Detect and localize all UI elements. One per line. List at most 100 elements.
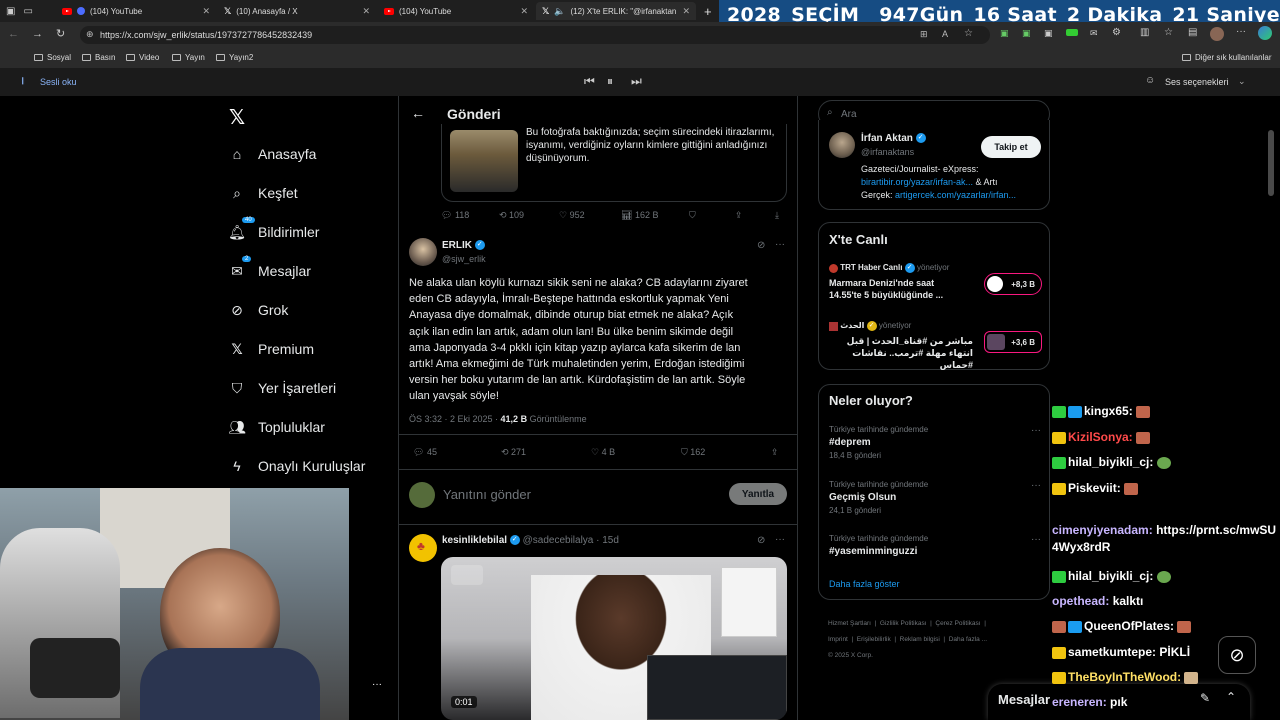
- more-icon[interactable]: ···: [1236, 26, 1246, 37]
- reply-action[interactable]: 💬︎ 45: [413, 447, 437, 458]
- trend-item[interactable]: Türkiye tarihinde gündemde #yaseminmingu…: [829, 534, 1045, 562]
- app-available-icon[interactable]: ⊞: [920, 29, 928, 40]
- grok-icon[interactable]: ⊘: [757, 240, 765, 251]
- trend-item[interactable]: Türkiye tarihinde gündemde Geçmiş Olsun …: [829, 480, 1045, 520]
- author-handle[interactable]: @sjw_erlik: [442, 254, 486, 264]
- new-tab-button[interactable]: +: [698, 2, 716, 20]
- tab-actions-icon[interactable]: ▭: [23, 6, 32, 17]
- back-icon[interactable]: ←: [8, 28, 19, 40]
- nav-item-grok[interactable]: ⊘ Grok: [228, 301, 288, 319]
- footer-link[interactable]: Çerez Politikası: [935, 620, 980, 627]
- reply-author-avatar[interactable]: ♣: [409, 534, 437, 562]
- extension-icon[interactable]: ✉: [1090, 28, 1098, 39]
- close-icon[interactable]: ✕: [682, 6, 690, 17]
- quoted-tweet-card[interactable]: Bu fotoğrafa baktığınızda; seçim sürecin…: [441, 124, 787, 202]
- bookmark-folder[interactable]: Yayın2: [216, 53, 253, 62]
- more-options-icon[interactable]: ···: [372, 679, 382, 690]
- back-arrow-icon[interactable]: ←: [411, 105, 425, 121]
- extension-icon[interactable]: [1066, 29, 1078, 36]
- nav-item-explore[interactable]: ⌕ Keşfet: [228, 184, 298, 202]
- tab-x-status[interactable]: 𝕏 🔈 (12) X'te ERLIK: "@irfanaktan ✕: [536, 2, 696, 20]
- bookmark-action[interactable]: ⛉ 162: [681, 447, 705, 458]
- forward-icon[interactable]: →: [32, 28, 43, 40]
- nav-item-bookmarks[interactable]: ⛉ Yer İşaretleri: [228, 379, 336, 397]
- grok-icon[interactable]: ⊘: [757, 535, 765, 546]
- nav-item-premium[interactable]: 𝕏 Premium: [228, 340, 314, 358]
- next-icon[interactable]: ⏭: [631, 74, 642, 89]
- show-more-link[interactable]: Daha fazla göster: [829, 579, 900, 589]
- site-info-icon[interactable]: ⊕: [86, 29, 94, 40]
- tweet-time[interactable]: ÖS 3:32 · 2 Eki 2025 ·: [409, 414, 501, 424]
- x-logo-icon[interactable]: 𝕏: [229, 105, 245, 130]
- address-bar[interactable]: ⊕ https://x.com/sjw_erlik/status/1973727…: [80, 26, 990, 44]
- copilot-icon[interactable]: [1258, 26, 1272, 40]
- pause-icon[interactable]: ⏸: [607, 74, 613, 89]
- extensions-puzzle-icon[interactable]: ⚙: [1112, 27, 1121, 38]
- retweet-action[interactable]: ⟲ 109: [499, 210, 524, 221]
- footer-link[interactable]: Reklam bilgisi: [900, 636, 940, 643]
- like-action[interactable]: ♡ 4 B: [591, 447, 615, 458]
- nav-item-notifications[interactable]: 🔔︎ 40 Bildirimler: [228, 217, 319, 241]
- bookmark-icon[interactable]: ⛉: [689, 210, 696, 221]
- trend-item[interactable]: Türkiye tarihinde gündemde #deprem 18,4 …: [829, 425, 1045, 465]
- bio-link[interactable]: artigercek.com/yazarlar/irfan...: [895, 190, 1016, 200]
- reply-action[interactable]: 💬︎ 118: [441, 210, 469, 221]
- nav-item-verified-orgs[interactable]: ϟ Onaylı Kuruluşlar: [228, 457, 365, 475]
- views-action[interactable]: 📊︎ 162 B: [621, 210, 658, 221]
- voice-options[interactable]: Ses seçenekleri: [1165, 77, 1229, 87]
- profile-avatar[interactable]: [829, 132, 855, 158]
- bookmark-folder[interactable]: Yayın: [172, 53, 205, 62]
- favorite-star-icon[interactable]: ☆: [964, 28, 973, 39]
- author-name[interactable]: ERLIK ✓: [442, 240, 485, 251]
- previous-icon[interactable]: ⏮: [584, 74, 595, 89]
- workspaces-icon[interactable]: ▣: [6, 6, 15, 17]
- more-icon[interactable]: ···: [1031, 534, 1041, 545]
- close-icon[interactable]: ✕: [362, 6, 370, 17]
- favorites-icon[interactable]: ☆: [1164, 27, 1173, 38]
- follow-button[interactable]: Takip et: [981, 136, 1041, 158]
- collections-icon[interactable]: ▤: [1188, 27, 1197, 38]
- share-icon[interactable]: ⇪: [771, 447, 779, 458]
- bookmark-folder[interactable]: Video: [126, 53, 159, 62]
- profile-avatar[interactable]: [1210, 27, 1224, 41]
- author-avatar[interactable]: [409, 238, 437, 266]
- tab-youtube-1[interactable]: (104) YouTube ✕: [56, 2, 216, 20]
- more-icon[interactable]: ···: [1031, 425, 1041, 436]
- footer-link[interactable]: Daha fazla ...: [949, 636, 987, 643]
- retweet-action[interactable]: ⟲ 271: [501, 447, 526, 458]
- nav-item-home[interactable]: ⌂ Anasayfa: [228, 145, 317, 163]
- footer-link[interactable]: Imprint: [828, 636, 848, 643]
- download-icon[interactable]: ⤓: [775, 210, 779, 221]
- nav-item-messages[interactable]: ✉ 2 Mesajlar: [228, 256, 311, 280]
- quoted-photo[interactable]: [450, 130, 518, 192]
- extension-icon[interactable]: ▣: [1044, 28, 1053, 39]
- scrollbar-thumb[interactable]: [1268, 130, 1274, 196]
- footer-link[interactable]: Erişilebilirlik: [857, 636, 891, 643]
- close-icon[interactable]: ✕: [202, 6, 210, 17]
- footer-link[interactable]: Hizmet Şartları: [828, 620, 871, 627]
- tab-youtube-2[interactable]: (104) YouTube ✕: [378, 2, 534, 20]
- more-icon[interactable]: ···: [1031, 480, 1041, 491]
- more-icon[interactable]: ···: [775, 534, 785, 545]
- bio-link[interactable]: birartibir.org/yazar/irfan-ak...: [861, 177, 973, 187]
- share-icon[interactable]: ⇪: [735, 210, 743, 221]
- close-icon[interactable]: ✕: [520, 6, 528, 17]
- footer-link[interactable]: Gizlilik Politikası: [880, 620, 927, 627]
- split-screen-icon[interactable]: ▥: [1140, 27, 1149, 38]
- reply-author-name[interactable]: kesinliklebilal ✓ @sadecebilalya · 15d: [442, 535, 619, 546]
- read-aloud-icon[interactable]: A: [942, 29, 948, 39]
- bookmark-folder[interactable]: Sosyal: [34, 53, 71, 62]
- nav-item-communities[interactable]: 👥︎ Topluluklar: [228, 418, 325, 436]
- live-item[interactable]: الحدث ✓ yönetiyor مباشر من #قناة_الحدث |…: [829, 321, 1045, 370]
- bookmark-folder[interactable]: Basın: [82, 53, 115, 62]
- reply-video[interactable]: 0:01: [441, 557, 787, 720]
- extension-icon[interactable]: ▣: [1000, 28, 1009, 39]
- speaker-icon[interactable]: 🔈: [554, 6, 565, 17]
- read-aloud-label[interactable]: Sesli oku: [40, 77, 77, 87]
- extension-icon[interactable]: ▣: [1022, 28, 1031, 39]
- chevron-down-icon[interactable]: ⌄: [1238, 76, 1246, 87]
- reply-button[interactable]: Yanıtla: [729, 483, 787, 505]
- other-bookmarks[interactable]: Diğer sık kullanılanlar: [1182, 53, 1271, 62]
- reply-input[interactable]: Yanıtını gönder: [443, 487, 531, 502]
- like-action[interactable]: ♡ 952: [559, 210, 585, 221]
